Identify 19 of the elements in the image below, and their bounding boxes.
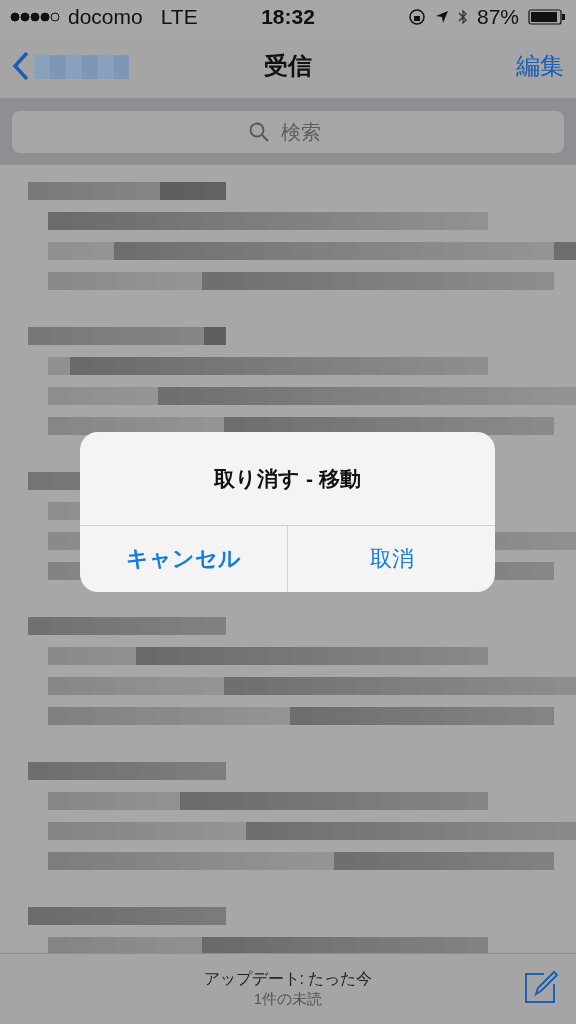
- edit-button[interactable]: 編集: [364, 50, 564, 82]
- bluetooth-icon: [457, 8, 468, 26]
- back-chevron-icon: [12, 51, 30, 81]
- search-field[interactable]: 検索: [12, 111, 564, 153]
- alert-button[interactable]: キャンセル: [80, 526, 287, 592]
- battery-percent: 87%: [476, 5, 519, 29]
- signal-icon: [10, 12, 60, 22]
- unread-count: 1件の未読: [253, 990, 323, 1009]
- clock: 18:32: [261, 5, 315, 29]
- network-type: LTE: [160, 5, 198, 29]
- location-arrow-icon: [434, 10, 449, 24]
- nav-title: 受信: [264, 51, 312, 81]
- rotation-lock-icon: [407, 8, 426, 26]
- alert-title: 取り消す - 移動: [213, 465, 362, 492]
- alert-button[interactable]: 取消: [287, 526, 495, 592]
- search-icon: [248, 121, 270, 143]
- carrier-name: docomo: [68, 5, 143, 29]
- update-status: アップデート: たった今: [203, 969, 373, 989]
- battery-icon: [528, 9, 566, 25]
